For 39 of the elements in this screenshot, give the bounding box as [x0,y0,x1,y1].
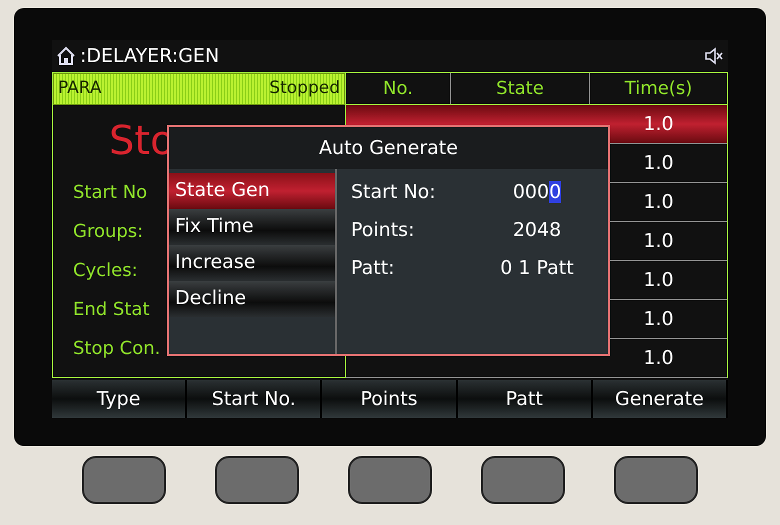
hardware-button[interactable] [82,456,166,504]
column-header: No. [383,78,413,99]
field-value[interactable]: 0000 [477,173,597,211]
softkey-button[interactable]: Patt [458,380,593,418]
type-option[interactable]: Increase [169,245,335,281]
hardware-button[interactable] [481,456,565,504]
time-cell: 1.0 [643,269,674,291]
column-header: Time(s) [624,78,692,99]
field-label: Cycles: [73,260,138,281]
run-status: Stopped [269,77,340,100]
softkey-button[interactable]: Generate [592,380,728,418]
column-header: State [496,78,544,99]
time-cell: 1.0 [643,191,674,213]
breadcrumb-path: :DELAYER:GEN [80,44,220,69]
field-label: End Stat [73,299,150,320]
hardware-button[interactable] [215,456,299,504]
field-label: Stop Con. [73,338,160,359]
field-value[interactable]: 0 1 Patt [477,249,597,287]
time-cell: 1.0 [643,347,674,369]
panel-title: PARA [58,77,102,100]
time-cell: 1.0 [643,308,674,330]
softkey-button[interactable]: Start No. [187,380,322,418]
time-cell: 1.0 [643,230,674,252]
type-option[interactable]: State Gen [169,173,335,209]
field-label: Start No: [350,180,437,205]
type-option[interactable]: Decline [169,281,335,317]
softkey-button[interactable]: Points [322,380,458,418]
field-label: Patt: [350,256,396,281]
time-cell: 1.0 [643,113,674,135]
softkey-button[interactable]: Type [52,380,188,418]
hardware-button[interactable] [614,456,698,504]
field-label: Start No [73,182,148,203]
time-cell: 1.0 [643,152,674,174]
hardware-button[interactable] [348,456,432,504]
field-label: Groups: [73,221,144,242]
field-label: Points: [350,218,416,243]
type-option[interactable]: Fix Time [169,209,335,245]
home-icon [56,46,76,66]
field-value[interactable]: 2048 [477,211,597,249]
